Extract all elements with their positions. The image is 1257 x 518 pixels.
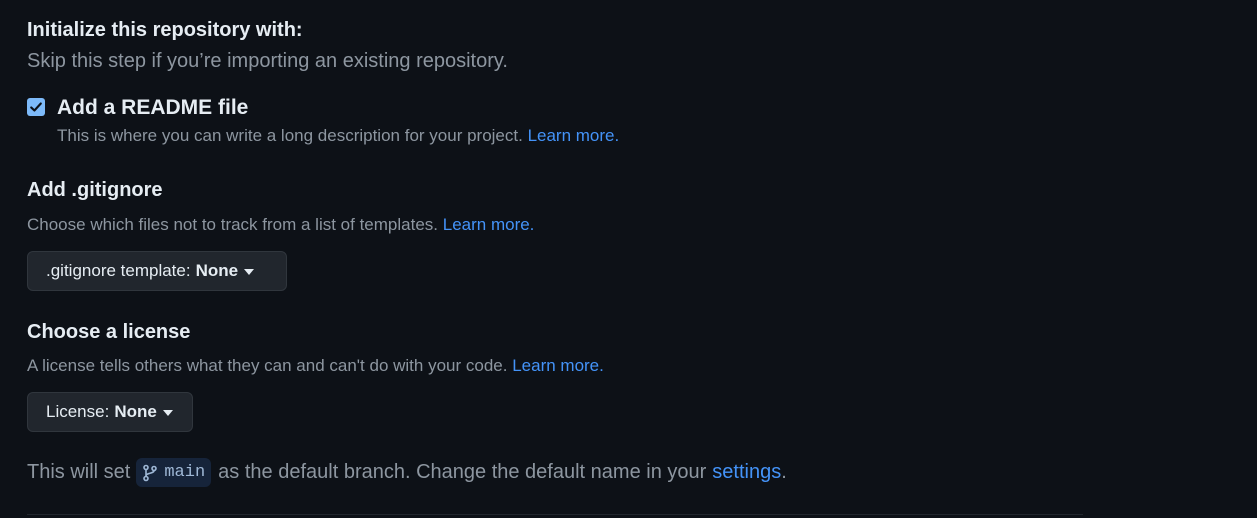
gitignore-description: Choose which files not to track from a l… [27, 215, 534, 235]
license-dropdown-value: None [114, 402, 157, 421]
caret-down-icon [162, 410, 173, 416]
readme-description-text: This is where you can write a long descr… [57, 126, 523, 145]
readme-label[interactable]: Add a README file [57, 96, 248, 120]
license-description: A license tells others what they can and… [27, 356, 604, 376]
readme-checkbox[interactable] [27, 98, 45, 116]
gitignore-description-text: Choose which files not to track from a l… [27, 215, 439, 234]
divider [27, 514, 1083, 515]
license-dropdown[interactable]: License: None [27, 392, 193, 432]
branch-middle: as the default branch. Change the defaul… [218, 461, 707, 483]
branch-chip: main [136, 458, 212, 487]
branch-prefix: This will set [27, 461, 131, 483]
license-learn-more-link[interactable]: Learn more. [512, 356, 604, 375]
branch-name: main [164, 463, 206, 482]
caret-down-icon [244, 269, 255, 275]
readme-description: This is where you can write a long descr… [57, 126, 619, 146]
settings-link[interactable]: settings [712, 461, 781, 484]
license-description-text: A license tells others what they can and… [27, 356, 508, 375]
repository-init-section: Initialize this repository with: Skip th… [0, 0, 1257, 518]
gitignore-dropdown-value: None [195, 261, 239, 280]
license-dropdown-label: License: [46, 402, 110, 421]
check-icon [30, 102, 42, 112]
gitignore-template-dropdown[interactable]: .gitignore template: None [27, 251, 287, 291]
readme-learn-more-link[interactable]: Learn more. [528, 126, 620, 145]
gitignore-title: Add .gitignore [27, 179, 163, 201]
init-title: Initialize this repository with: [27, 19, 303, 41]
branch-suffix: . [781, 461, 787, 483]
default-branch-note: This will set main as the default branch… [27, 458, 787, 487]
license-title: Choose a license [27, 321, 191, 343]
gitignore-dropdown-label: .gitignore template: [46, 261, 191, 280]
git-branch-icon [143, 464, 158, 481]
init-subtitle: Skip this step if you’re importing an ex… [27, 50, 508, 72]
gitignore-learn-more-link[interactable]: Learn more. [443, 215, 535, 234]
